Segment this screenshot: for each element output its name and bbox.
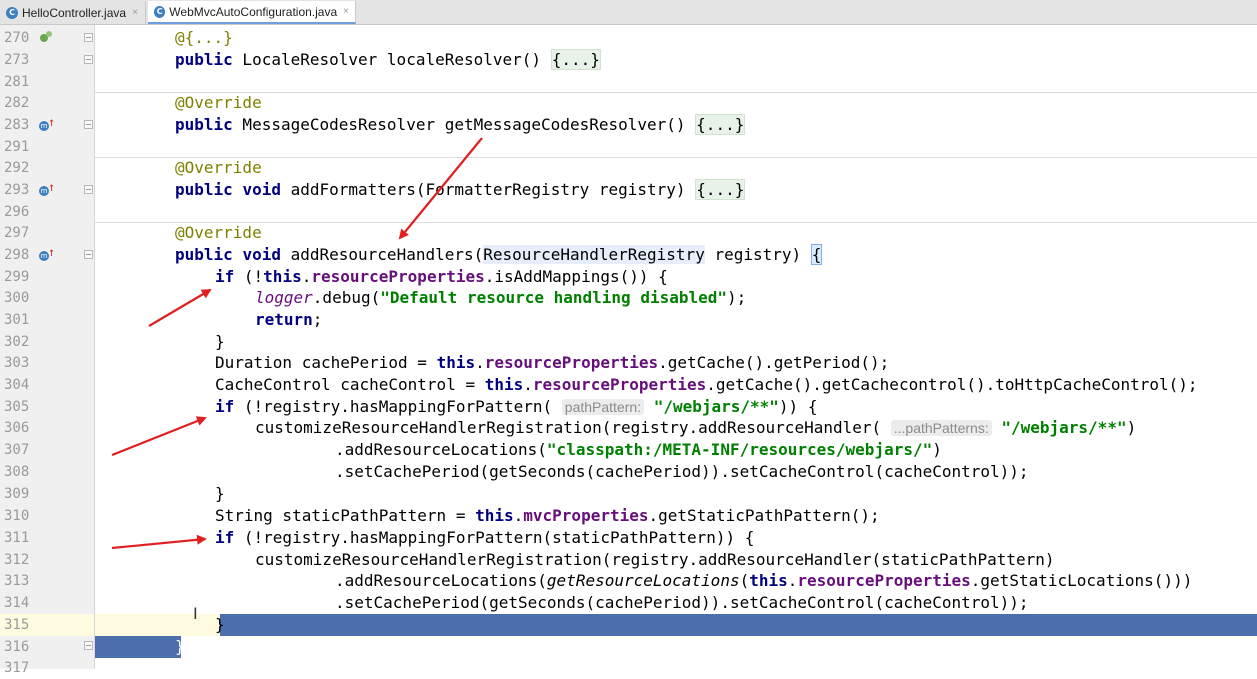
annotation-arrow (111, 416, 207, 457)
annotation-arrow (398, 137, 483, 240)
annotation-arrow (148, 288, 212, 327)
annotation-arrow (111, 534, 207, 550)
annotation-arrows (111, 137, 483, 550)
